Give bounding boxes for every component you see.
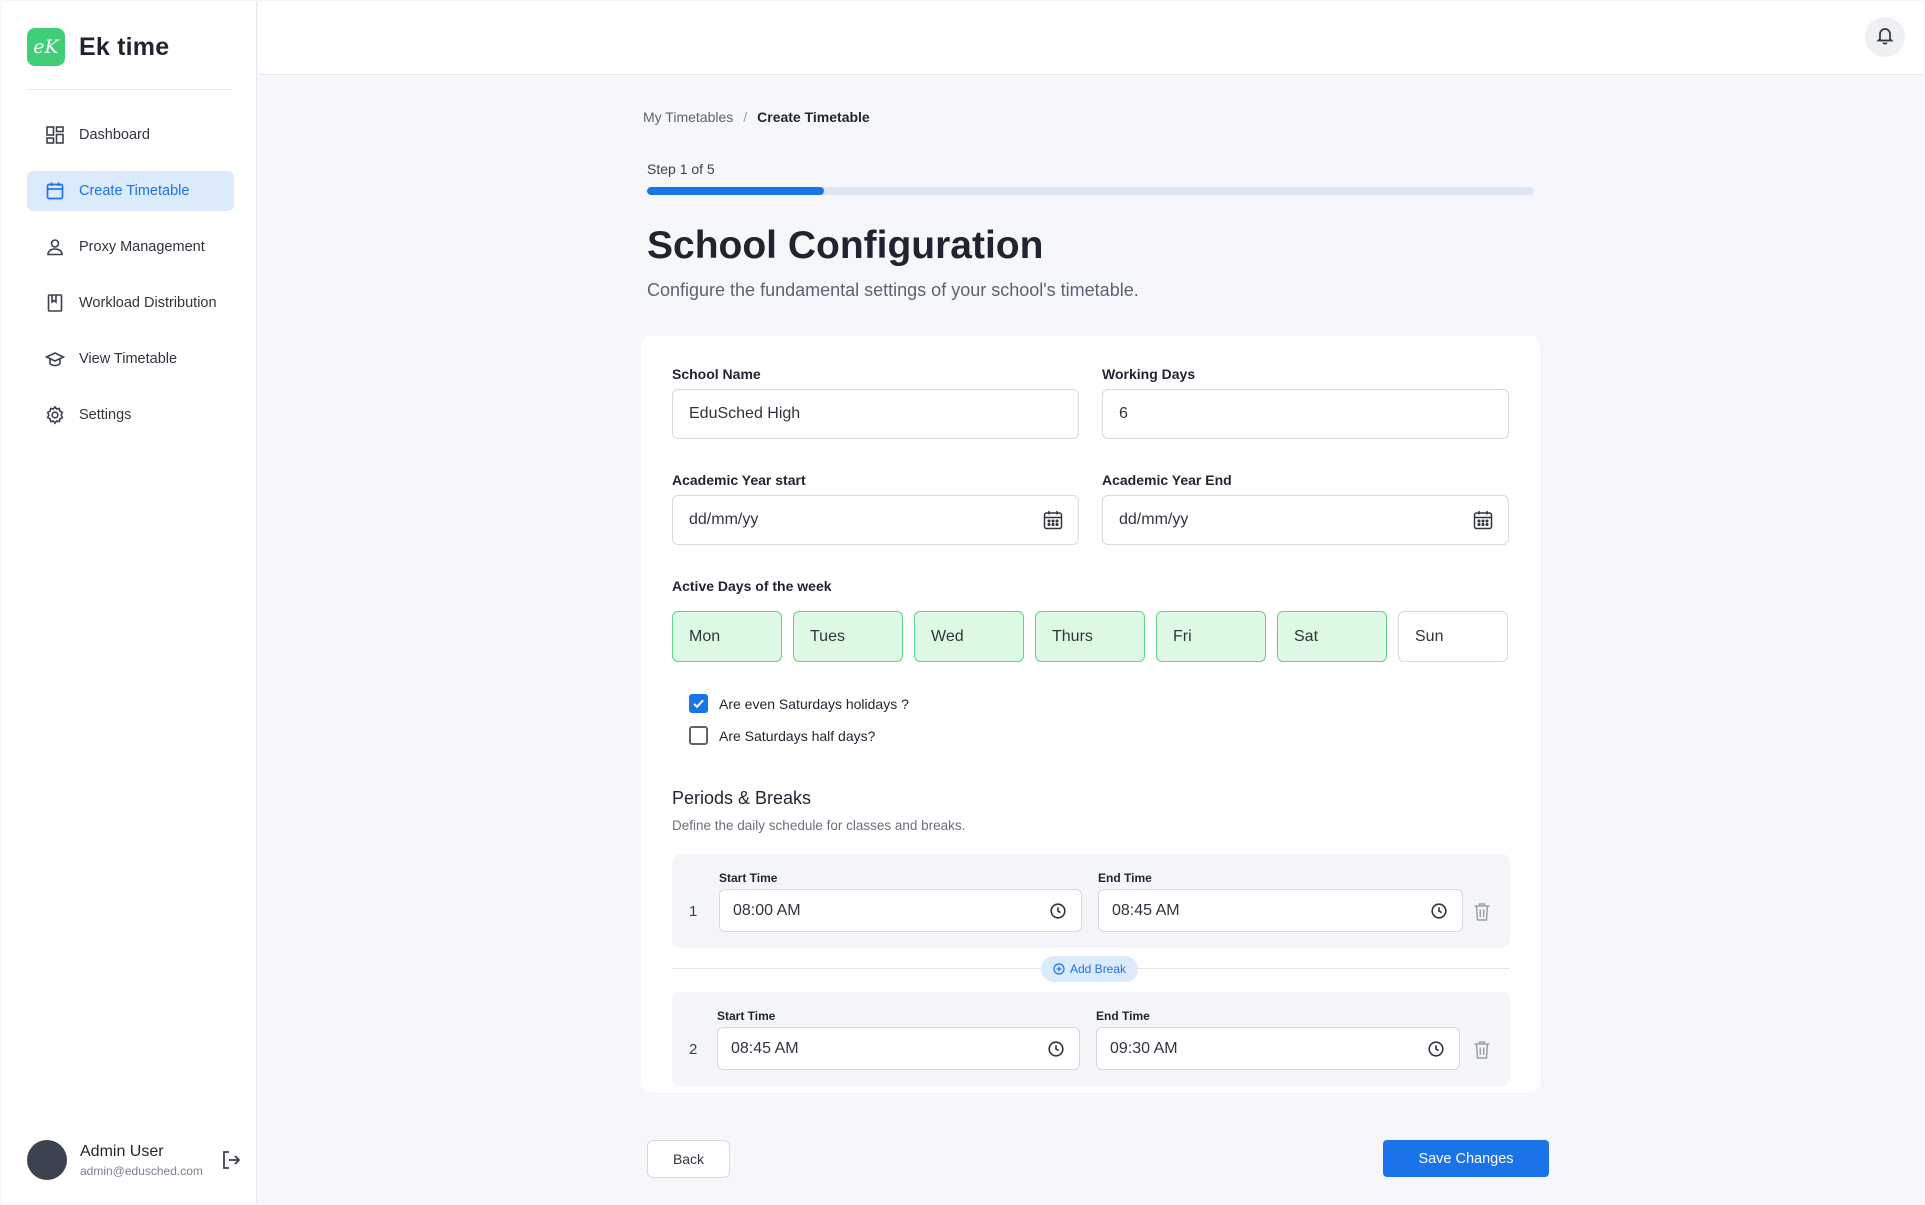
- start-time-label: Start Time: [717, 1009, 776, 1023]
- year-end-label: Academic Year End: [1102, 472, 1232, 488]
- sidebar-item-proxy-management[interactable]: Proxy Management: [27, 227, 234, 267]
- period-number: 1: [689, 903, 698, 920]
- period-number: 2: [689, 1041, 698, 1058]
- dashboard-icon: [45, 125, 65, 145]
- active-days-label: Active Days of the week: [672, 578, 832, 594]
- user-name: Admin User: [80, 1142, 164, 1160]
- even-saturdays-row: Are even Saturdays holidays ?: [689, 694, 909, 713]
- breadcrumb-my-timetables[interactable]: My Timetables: [643, 109, 733, 125]
- back-button[interactable]: Back: [647, 1140, 730, 1178]
- year-start-label: Academic Year start: [672, 472, 806, 488]
- periods-subtitle: Define the daily schedule for classes an…: [672, 818, 966, 833]
- half-saturdays-checkbox[interactable]: [689, 726, 708, 745]
- clock-icon[interactable]: [1427, 1040, 1445, 1058]
- plus-circle-icon: [1053, 963, 1065, 975]
- day-toggle-mon[interactable]: Mon: [672, 611, 782, 662]
- add-break-label: Add Break: [1070, 962, 1127, 976]
- page-subtitle: Configure the fundamental settings of yo…: [647, 280, 1139, 300]
- breadcrumb-separator: /: [743, 109, 748, 125]
- sidebar-item-label: Workload Distribution: [79, 295, 217, 311]
- sidebar-divider: [27, 89, 232, 90]
- user-profile: Admin User admin@edusched.com: [27, 1140, 242, 1180]
- working-days-label: Working Days: [1102, 366, 1196, 382]
- configuration-card: School Name EduSched High Working Days 6…: [641, 336, 1540, 1092]
- sidebar-item-label: Create Timetable: [79, 183, 190, 199]
- year-end-placeholder: dd/mm/yy: [1119, 511, 1189, 528]
- period-row: 1 Start Time 08:00 AM End Time 08:45 AM: [672, 854, 1510, 948]
- start-time-value: 08:00 AM: [733, 901, 801, 919]
- clock-icon[interactable]: [1430, 902, 1448, 920]
- day-toggle-sun[interactable]: Sun: [1398, 611, 1508, 662]
- logout-icon[interactable]: [220, 1149, 242, 1171]
- start-time-value: 08:45 AM: [731, 1039, 799, 1057]
- end-time-input[interactable]: 09:30 AM: [1096, 1027, 1460, 1070]
- sidebar-item-label: Proxy Management: [79, 239, 205, 255]
- end-time-value: 09:30 AM: [1110, 1039, 1178, 1057]
- breadcrumb: My Timetables / Create Timetable: [643, 109, 870, 125]
- start-time-input[interactable]: 08:45 AM: [717, 1027, 1080, 1070]
- sidebar: eK Ek time Dashboard Create Timetable Pr…: [2, 2, 257, 1203]
- start-time-label: Start Time: [719, 871, 778, 885]
- year-end-input[interactable]: dd/mm/yy: [1102, 495, 1509, 545]
- sidebar-item-dashboard[interactable]: Dashboard: [27, 115, 234, 155]
- breadcrumb-current: Create Timetable: [757, 109, 870, 125]
- sidebar-item-workload-distribution[interactable]: Workload Distribution: [27, 283, 234, 323]
- user-icon: [45, 237, 65, 257]
- user-email: admin@edusched.com: [80, 1163, 203, 1178]
- end-time-label: End Time: [1096, 1009, 1150, 1023]
- end-time-label: End Time: [1098, 871, 1152, 885]
- app-name: Ek time: [79, 32, 170, 61]
- period-row: 2 Start Time 08:45 AM End Time 09:30 AM: [672, 992, 1510, 1086]
- day-toggles: Mon Tues Wed Thurs Fri Sat Sun: [672, 611, 1519, 662]
- clock-icon[interactable]: [1049, 902, 1067, 920]
- sidebar-item-label: Dashboard: [79, 127, 150, 143]
- day-toggle-wed[interactable]: Wed: [914, 611, 1024, 662]
- school-name-label: School Name: [672, 366, 761, 382]
- sidebar-item-label: Settings: [79, 407, 132, 423]
- day-toggle-tues[interactable]: Tues: [793, 611, 903, 662]
- sidebar-item-label: View Timetable: [79, 351, 178, 367]
- trash-icon[interactable]: [1473, 1040, 1491, 1060]
- day-toggle-fri[interactable]: Fri: [1156, 611, 1266, 662]
- calendar-icon[interactable]: [1472, 509, 1494, 531]
- sidebar-item-create-timetable[interactable]: Create Timetable: [27, 171, 234, 211]
- app-logo: eK: [27, 28, 65, 66]
- progress-bar: [647, 187, 1534, 195]
- end-time-input[interactable]: 08:45 AM: [1098, 889, 1463, 932]
- notifications-button[interactable]: [1865, 17, 1905, 57]
- gear-icon: [45, 405, 65, 425]
- add-break-button[interactable]: Add Break: [1041, 956, 1139, 982]
- half-saturdays-label: Are Saturdays half days?: [719, 727, 876, 744]
- brand[interactable]: eK Ek time: [27, 28, 169, 66]
- day-toggle-thurs[interactable]: Thurs: [1035, 611, 1145, 662]
- page-title: School Configuration: [647, 224, 1044, 267]
- even-saturdays-label: Are even Saturdays holidays ?: [719, 695, 909, 712]
- sidebar-item-view-timetable[interactable]: View Timetable: [27, 339, 234, 379]
- book-icon: [45, 293, 65, 313]
- user-info: Admin User admin@edusched.com: [80, 1143, 203, 1178]
- step-indicator: Step 1 of 5: [647, 161, 715, 177]
- half-saturdays-row: Are Saturdays half days?: [689, 726, 875, 745]
- working-days-input[interactable]: 6: [1102, 389, 1509, 439]
- calendar-icon: [45, 181, 65, 201]
- progress-fill: [647, 187, 825, 195]
- start-time-input[interactable]: 08:00 AM: [719, 889, 1082, 932]
- sidebar-nav: Dashboard Create Timetable Proxy Managem…: [27, 115, 234, 451]
- end-time-value: 08:45 AM: [1112, 901, 1180, 919]
- sidebar-item-settings[interactable]: Settings: [27, 395, 234, 435]
- graduation-cap-icon: [45, 349, 65, 369]
- school-name-input[interactable]: EduSched High: [672, 389, 1079, 439]
- trash-icon[interactable]: [1473, 902, 1491, 922]
- bell-icon: [1875, 25, 1895, 50]
- even-saturdays-checkbox[interactable]: [689, 694, 708, 713]
- avatar[interactable]: [27, 1140, 67, 1180]
- year-start-input[interactable]: dd/mm/yy: [672, 495, 1079, 545]
- periods-title: Periods & Breaks: [672, 788, 812, 808]
- clock-icon[interactable]: [1047, 1040, 1065, 1058]
- topbar: [258, 2, 1923, 75]
- calendar-icon[interactable]: [1042, 509, 1064, 531]
- year-start-placeholder: dd/mm/yy: [689, 511, 759, 528]
- save-changes-button[interactable]: Save Changes: [1383, 1140, 1549, 1177]
- day-toggle-sat[interactable]: Sat: [1277, 611, 1387, 662]
